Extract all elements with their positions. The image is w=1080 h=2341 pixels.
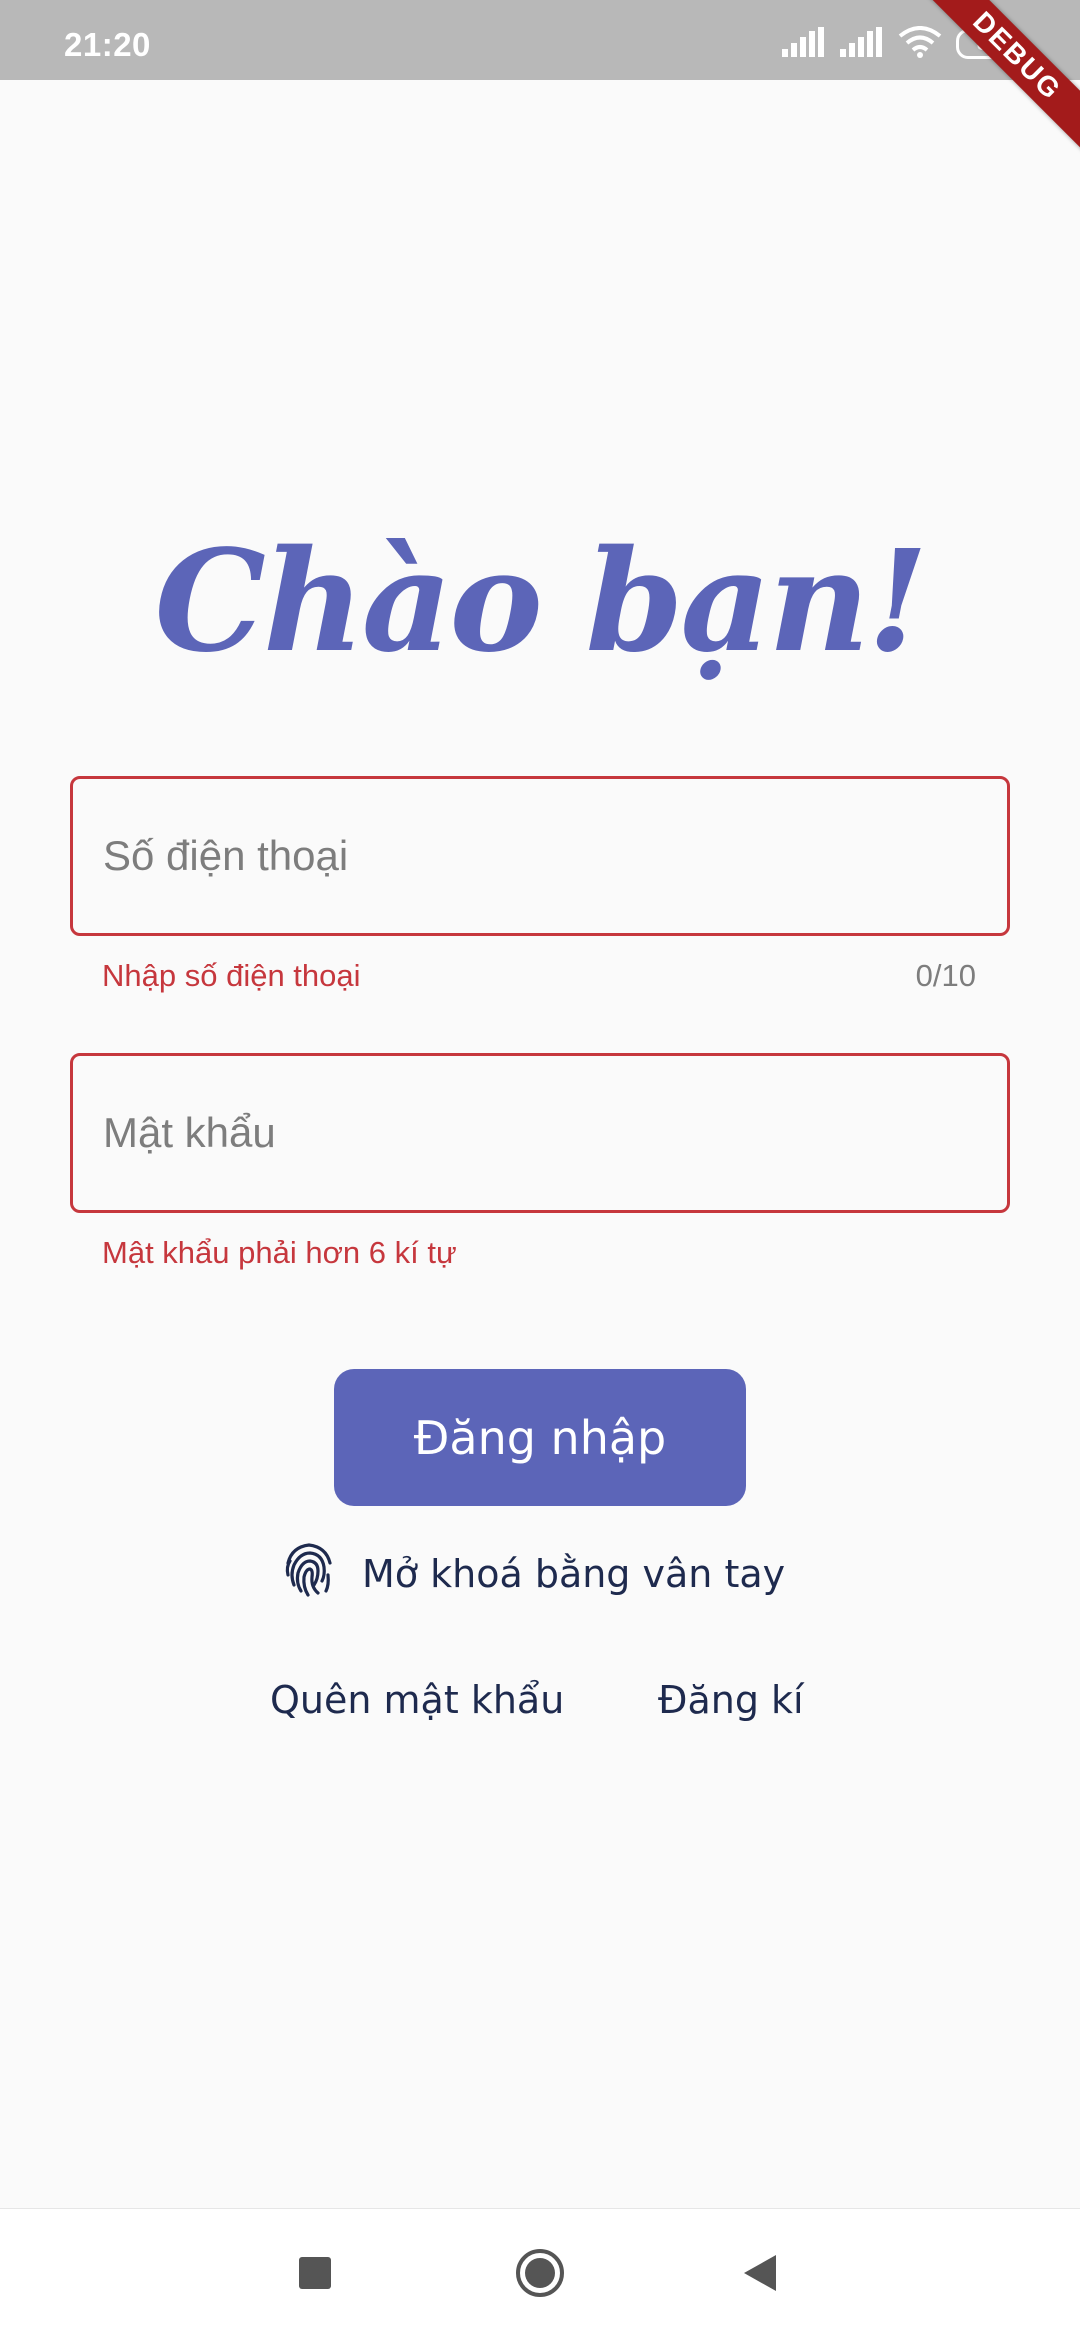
phone-char-counter: 0/10 [915, 958, 976, 993]
greeting-title: Chào bạn! [154, 520, 929, 684]
password-field[interactable] [70, 1053, 1010, 1213]
nav-home-button[interactable] [480, 2209, 600, 2341]
fingerprint-unlock-label: Mở khoá bằng vân tay [362, 1552, 786, 1596]
signal-icon [840, 26, 884, 62]
status-bar: 21:20 DEBUG [0, 0, 1080, 159]
system-nav-bar [0, 2208, 1080, 2341]
triangle-back-icon [742, 2253, 778, 2298]
signal-icon [782, 26, 826, 62]
status-time: 21:20 [64, 26, 151, 63]
nav-back-button[interactable] [700, 2209, 820, 2341]
fingerprint-icon [282, 1541, 336, 1608]
phone-error-text: Nhập số điện thoại [102, 958, 361, 993]
fingerprint-unlock-button[interactable]: Mở khoá bằng vân tay [282, 1540, 785, 1608]
password-error-text: Mật khẩu phải hơn 6 kí tự [102, 1235, 457, 1270]
wifi-icon [898, 25, 942, 63]
circle-icon [514, 2247, 566, 2304]
forgot-password-link[interactable]: Quên mật khẩu [270, 1678, 564, 1722]
phone-field[interactable] [70, 776, 1010, 936]
login-button-label: Đăng nhập [413, 1410, 667, 1465]
nav-recents-button[interactable] [255, 2209, 375, 2341]
register-link[interactable]: Đăng kí [658, 1678, 804, 1722]
password-input[interactable] [73, 1056, 1007, 1210]
login-button[interactable]: Đăng nhập [334, 1369, 746, 1506]
phone-input[interactable] [73, 779, 1007, 933]
square-icon [299, 2256, 331, 2294]
